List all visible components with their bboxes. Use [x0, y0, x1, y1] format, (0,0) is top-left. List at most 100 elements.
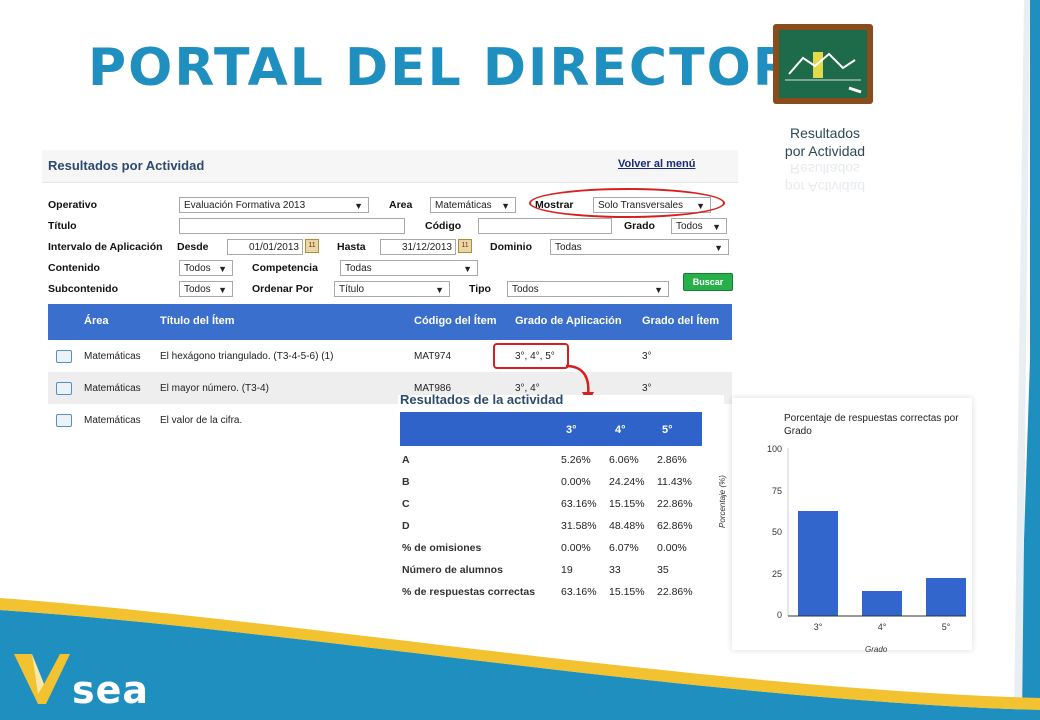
grid-header	[48, 304, 732, 340]
desde-label: Desde	[177, 241, 209, 253]
cell-title: El mayor número. (T3-4)	[160, 383, 269, 394]
highlight-ellipse	[529, 188, 725, 218]
grado-select[interactable]: Todos ▼	[671, 218, 727, 234]
cell-code: MAT974	[414, 351, 452, 362]
competencia-select[interactable]: Todas ▼	[340, 260, 478, 276]
dropdown-arrow-icon: ▼	[463, 264, 472, 274]
results-col-3: 3°	[566, 424, 577, 436]
dropdown-arrow-icon: ▼	[714, 243, 723, 253]
results-value: 35	[657, 564, 669, 576]
titulo-input[interactable]	[179, 218, 405, 234]
y-tick-label: 25	[771, 568, 782, 579]
chart-y-label: Porcentaje (%)	[718, 475, 727, 528]
contenido-label: Contenido	[48, 262, 100, 274]
cell-grade-item: 3°	[642, 383, 652, 394]
results-value: 22.86%	[657, 498, 693, 510]
hasta-date-input[interactable]: 31/12/2013	[380, 239, 456, 255]
codigo-input[interactable]	[478, 218, 612, 234]
results-value: 63.16%	[561, 498, 597, 510]
cell-title: El hexágono triangulado. (T3-4-5-6) (1)	[160, 351, 334, 362]
dropdown-arrow-icon: ▼	[218, 264, 227, 274]
view-detail-icon[interactable]	[56, 350, 72, 363]
cell-grade-item: 3°	[642, 351, 652, 362]
board-label-reflection: por Actividad Resultados	[784, 161, 866, 195]
back-to-menu-link[interactable]: Volver al menú	[618, 158, 695, 170]
results-value: 62.86%	[657, 520, 693, 532]
results-value: 11.43%	[657, 476, 692, 488]
sea-logo-text: sea	[72, 668, 150, 712]
results-value: 48.48%	[609, 520, 645, 532]
view-detail-icon[interactable]	[56, 414, 72, 427]
cell-area: Matemáticas	[84, 351, 141, 362]
cell-title: El valor de la cifra.	[160, 415, 243, 426]
tipo-select[interactable]: Todos ▼	[507, 281, 669, 297]
results-title: Resultados de la actividad	[400, 392, 564, 407]
sea-logo-icon	[14, 654, 70, 704]
results-value: 2.86%	[657, 454, 687, 466]
board-label: Resultados por Actividad	[784, 125, 866, 159]
results-col-4: 4°	[615, 424, 626, 436]
area-select[interactable]: Matemáticas ▼	[430, 197, 516, 213]
desde-date-input[interactable]: 01/01/2013	[227, 239, 303, 255]
results-row-label: A	[402, 454, 410, 466]
col-grade-item-header[interactable]: Grado del Ítem	[642, 315, 719, 327]
chalk-chart-icon	[785, 52, 862, 94]
results-value: 0.00%	[657, 542, 687, 554]
chalkboard-icon	[773, 24, 873, 104]
dominio-select[interactable]: Todas ▼	[550, 239, 729, 255]
dropdown-arrow-icon: ▼	[354, 201, 363, 211]
col-code-header[interactable]: Código del Ítem	[414, 315, 497, 327]
results-value: 24.24%	[609, 476, 645, 488]
dropdown-arrow-icon: ▼	[712, 222, 721, 232]
table-row[interactable]	[48, 340, 732, 372]
footer-wave	[0, 598, 1040, 720]
results-row-label: B	[402, 476, 410, 488]
hasta-label: Hasta	[337, 241, 366, 253]
titulo-label: Título	[48, 220, 77, 232]
y-tick-label: 100	[766, 444, 782, 454]
y-tick-label: 50	[771, 527, 782, 537]
contenido-select[interactable]: Todos ▼	[179, 260, 233, 276]
dropdown-arrow-icon: ▼	[435, 285, 444, 295]
results-header	[400, 412, 702, 446]
search-button[interactable]: Buscar	[683, 273, 733, 291]
view-detail-icon[interactable]	[56, 382, 72, 395]
results-value: 0.00%	[561, 542, 591, 554]
calendar-icon[interactable]: 11	[458, 239, 472, 253]
dropdown-arrow-icon: ▼	[218, 285, 227, 295]
dominio-label: Dominio	[490, 241, 532, 253]
results-row-label: C	[402, 498, 410, 510]
results-value: 5.26%	[561, 454, 591, 466]
ordenar-label: Ordenar Por	[252, 283, 314, 295]
subcontenido-select[interactable]: Todos ▼	[179, 281, 233, 297]
grado-label: Grado	[624, 220, 655, 232]
col-title-header[interactable]: Título del Ítem	[160, 315, 235, 327]
tipo-label: Tipo	[469, 283, 491, 295]
results-row-label: D	[402, 520, 410, 532]
results-row-label: Número de alumnos	[402, 564, 503, 576]
col-grade-application-header[interactable]: Grado de Aplicación	[515, 315, 622, 327]
chart-title: Porcentaje de respuestas correctas por G…	[784, 413, 959, 437]
results-row-label: % de omisiones	[402, 542, 482, 554]
results-value: 31.58%	[561, 520, 597, 532]
slide-title: PORTAL DEL DIRECTOR	[88, 38, 795, 98]
cell-area: Matemáticas	[84, 415, 141, 426]
panel-title: Resultados por Actividad	[48, 158, 205, 173]
results-value: 6.07%	[609, 542, 639, 554]
calendar-icon[interactable]: 11	[305, 239, 319, 253]
operativo-select[interactable]: Evaluación Formativa 2013 ▼	[179, 197, 369, 213]
dropdown-arrow-icon: ▼	[654, 285, 663, 295]
competencia-label: Competencia	[252, 262, 318, 274]
col-area-header[interactable]: Área	[84, 315, 108, 327]
area-label: Area	[389, 199, 413, 211]
dropdown-arrow-icon: ▼	[501, 201, 510, 211]
results-value: 0.00%	[561, 476, 591, 488]
results-value: 15.15%	[609, 498, 645, 510]
operativo-label: Operativo	[48, 199, 98, 211]
intervalo-label: Intervalo de Aplicación	[48, 241, 163, 253]
subcontenido-label: Subcontenido	[48, 283, 118, 295]
cell-area: Matemáticas	[84, 383, 141, 394]
ordenar-select[interactable]: Título ▼	[334, 281, 450, 297]
y-tick-label: 75	[771, 485, 782, 496]
results-value: 19	[561, 564, 573, 576]
